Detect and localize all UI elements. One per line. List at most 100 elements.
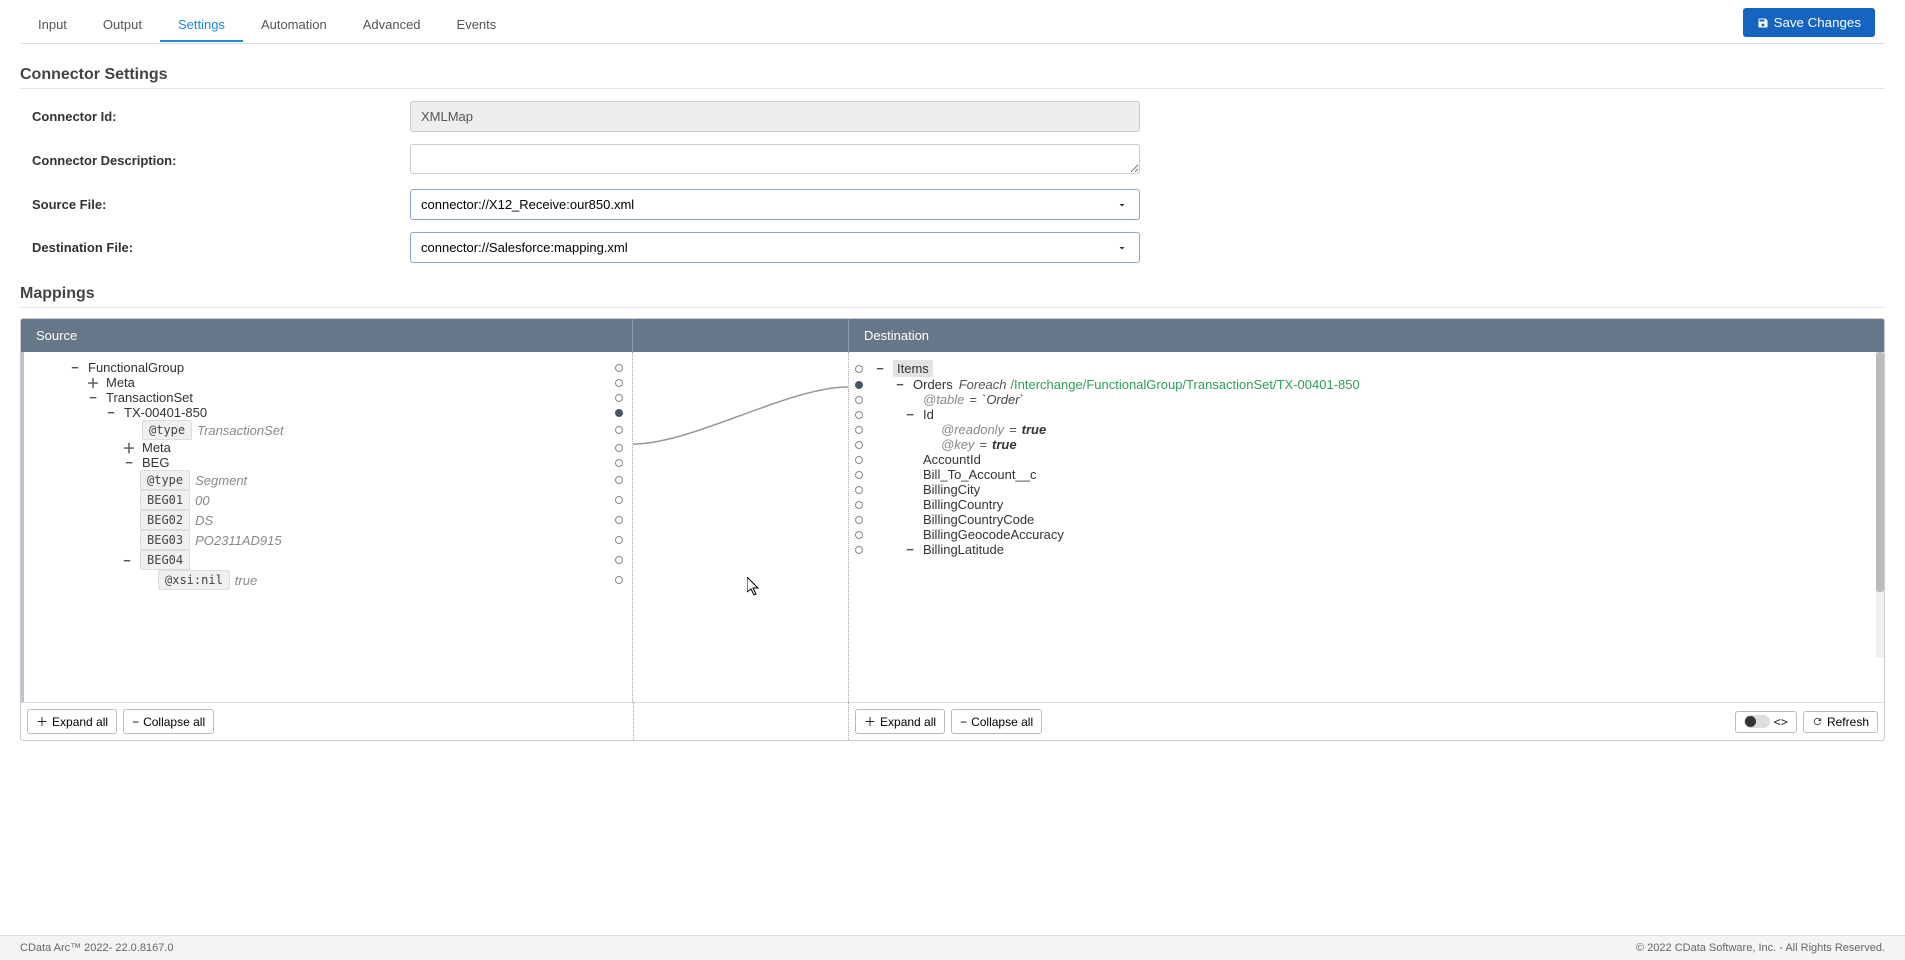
tree-node-id[interactable]: Id xyxy=(923,407,934,422)
node-port[interactable] xyxy=(615,394,623,402)
node-port-connected[interactable] xyxy=(855,381,863,389)
node-port[interactable] xyxy=(615,426,623,434)
tab-input[interactable]: Input xyxy=(20,9,85,42)
tab-output[interactable]: Output xyxy=(85,9,160,42)
tab-bar: Input Output Settings Automation Advance… xyxy=(20,0,1885,44)
tree-node-functionalgroup[interactable]: FunctionalGroup xyxy=(88,360,184,375)
tree-value: DS xyxy=(195,513,213,528)
tab-automation[interactable]: Automation xyxy=(243,9,345,42)
node-port-connected[interactable] xyxy=(615,409,623,417)
node-port[interactable] xyxy=(855,531,863,539)
node-port[interactable] xyxy=(855,486,863,494)
collapse-icon[interactable]: − xyxy=(86,391,100,405)
node-port[interactable] xyxy=(855,456,863,464)
footer-copyright: © 2022 CData Software, Inc. - All Rights… xyxy=(1636,942,1885,954)
tree-node-meta2[interactable]: Meta xyxy=(142,440,171,455)
equals-label: = xyxy=(979,437,987,452)
tab-settings[interactable]: Settings xyxy=(160,9,243,42)
connector-desc-input[interactable] xyxy=(410,144,1140,174)
tree-node-beg04[interactable]: BEG04 xyxy=(140,550,190,570)
collapse-icon[interactable]: − xyxy=(122,456,136,470)
destination-header: Destination xyxy=(849,319,1884,352)
collapse-icon[interactable]: − xyxy=(68,361,82,375)
tree-node-beg02[interactable]: BEG02 xyxy=(140,510,190,530)
tree-node-beg[interactable]: BEG xyxy=(142,455,169,470)
dest-file-select[interactable] xyxy=(410,232,1140,263)
node-port[interactable] xyxy=(855,546,863,554)
save-label: Save Changes xyxy=(1774,15,1861,30)
tree-node-meta[interactable]: Meta xyxy=(106,375,135,390)
tree-node-billingcity[interactable]: BillingCity xyxy=(923,482,980,497)
node-port[interactable] xyxy=(855,396,863,404)
toggle-icon xyxy=(1744,715,1770,728)
tree-node-beg01[interactable]: BEG01 xyxy=(140,490,190,510)
collapse-icon[interactable]: − xyxy=(104,406,118,420)
tree-node-billinglat[interactable]: BillingLatitude xyxy=(923,542,1004,557)
src-collapse-all-button[interactable]: − Collapse all xyxy=(123,709,214,734)
node-port[interactable] xyxy=(615,496,623,504)
tree-node-tx[interactable]: TX-00401-850 xyxy=(124,405,207,420)
node-port[interactable] xyxy=(615,576,623,584)
node-port[interactable] xyxy=(855,441,863,449)
tree-node-billingcountrycode[interactable]: BillingCountryCode xyxy=(923,512,1034,527)
expand-icon[interactable]: ＋ xyxy=(86,376,100,390)
tree-node-orders[interactable]: Orders xyxy=(913,377,953,392)
collapse-icon[interactable]: − xyxy=(873,362,887,376)
source-tree[interactable]: − FunctionalGroup ＋ Meta − Transaction xyxy=(21,352,633,702)
scrollbar[interactable] xyxy=(1876,352,1884,657)
node-port[interactable] xyxy=(615,516,623,524)
node-port[interactable] xyxy=(855,516,863,524)
dest-expand-all-button[interactable]: ＋ Expand all xyxy=(855,709,945,734)
tree-attr-table[interactable]: @table xyxy=(923,392,964,407)
node-port[interactable] xyxy=(855,426,863,434)
collapse-icon[interactable]: − xyxy=(903,543,917,557)
node-port[interactable] xyxy=(615,476,623,484)
node-port[interactable] xyxy=(615,379,623,387)
tree-attr-readonly[interactable]: @readonly xyxy=(941,422,1004,437)
connector-id-input[interactable] xyxy=(410,101,1140,132)
tab-advanced[interactable]: Advanced xyxy=(345,9,439,42)
collapse-icon[interactable]: − xyxy=(903,408,917,422)
toggle-view-button[interactable]: <> xyxy=(1735,711,1797,733)
node-port[interactable] xyxy=(615,556,623,564)
mappings-panel: Source Destination − FunctionalGroup ＋ M… xyxy=(20,318,1885,741)
tree-node-items[interactable]: Items xyxy=(893,360,933,377)
source-file-select[interactable] xyxy=(410,189,1140,220)
source-file-label: Source File: xyxy=(20,197,410,212)
tree-attr-xsinil[interactable]: @xsi:nil xyxy=(158,570,230,590)
node-port[interactable] xyxy=(855,411,863,419)
collapse-all-label: Collapse all xyxy=(971,715,1033,729)
scrollbar-thumb[interactable] xyxy=(1876,352,1884,592)
tree-attr-key[interactable]: @key xyxy=(941,437,974,452)
tree-value: Segment xyxy=(195,473,247,488)
node-port[interactable] xyxy=(615,536,623,544)
node-port[interactable] xyxy=(615,364,623,372)
destination-tree[interactable]: − Items − Orders Foreach /Interchange/Fu… xyxy=(849,352,1884,702)
tree-node-billingcountry[interactable]: BillingCountry xyxy=(923,497,1003,512)
tab-events[interactable]: Events xyxy=(439,9,515,42)
save-changes-button[interactable]: Save Changes xyxy=(1743,8,1875,37)
collapse-icon[interactable]: − xyxy=(893,378,907,392)
foreach-label: Foreach xyxy=(959,377,1007,392)
node-port[interactable] xyxy=(615,444,623,452)
tree-node-transactionset[interactable]: TransactionSet xyxy=(106,390,193,405)
mappings-title: Mappings xyxy=(20,285,1885,308)
tree-value: true xyxy=(992,437,1017,452)
tree-attr-type[interactable]: @type xyxy=(142,420,192,440)
node-port[interactable] xyxy=(855,501,863,509)
tree-node-billto[interactable]: Bill_To_Account__c xyxy=(923,467,1036,482)
tree-node-billinggeo[interactable]: BillingGeocodeAccuracy xyxy=(923,527,1064,542)
dest-collapse-all-button[interactable]: − Collapse all xyxy=(951,709,1042,734)
collapse-icon[interactable]: − xyxy=(120,553,134,567)
tree-node-accountid[interactable]: AccountId xyxy=(923,452,981,467)
tree-attr-type[interactable]: @type xyxy=(140,470,190,490)
src-expand-all-button[interactable]: ＋ Expand all xyxy=(27,709,117,734)
expand-icon[interactable]: ＋ xyxy=(122,441,136,455)
node-port[interactable] xyxy=(855,365,863,373)
refresh-button[interactable]: Refresh xyxy=(1803,711,1878,733)
connector-header xyxy=(633,319,849,352)
node-port[interactable] xyxy=(855,471,863,479)
connection-canvas[interactable] xyxy=(633,352,849,702)
node-port[interactable] xyxy=(615,459,623,467)
tree-node-beg03[interactable]: BEG03 xyxy=(140,530,190,550)
